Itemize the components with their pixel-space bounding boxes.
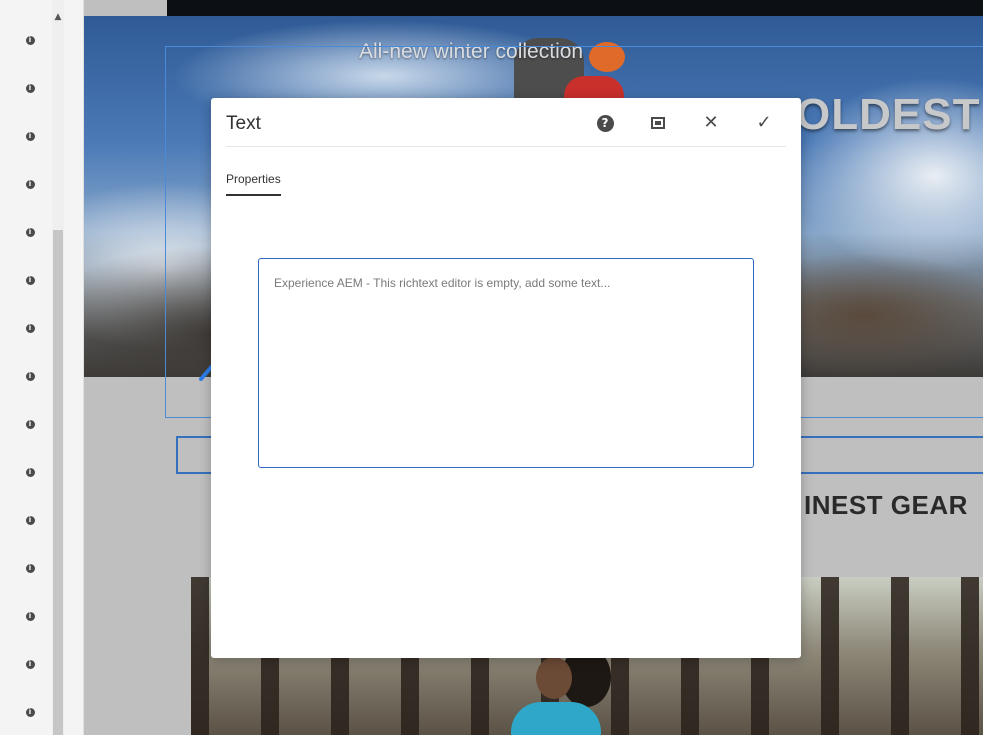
rail-info-item[interactable]: i: [22, 416, 38, 432]
rail-info-item[interactable]: i: [22, 704, 38, 720]
rail-info-item[interactable]: i: [22, 368, 38, 384]
close-button[interactable]: ✕: [698, 110, 724, 136]
info-icon: i: [25, 227, 35, 237]
rail-info-item[interactable]: i: [22, 464, 38, 480]
dialog-actions: ? ✕ ✓: [565, 110, 777, 136]
rail-info-item[interactable]: i: [22, 272, 38, 288]
runner-shirt: [511, 702, 601, 735]
tab-properties[interactable]: Properties: [226, 172, 281, 196]
info-icon: i: [25, 659, 35, 669]
info-icon: i: [25, 371, 35, 381]
help-button[interactable]: ?: [592, 110, 618, 136]
rail-info-item[interactable]: i: [22, 80, 38, 96]
rail-info-item[interactable]: i: [22, 608, 38, 624]
rail-info-item[interactable]: i: [22, 32, 38, 48]
left-rail: i i i i i i i i i i i i i i i ▲: [0, 0, 84, 735]
dialog-divider: [226, 146, 786, 147]
runner-head: [536, 657, 572, 699]
info-icon: i: [25, 419, 35, 429]
done-button[interactable]: ✓: [751, 110, 777, 136]
info-icon: i: [25, 35, 35, 45]
help-icon: ?: [596, 114, 614, 132]
rail-scrollbar[interactable]: ▲: [52, 0, 64, 735]
fullscreen-button[interactable]: [645, 110, 671, 136]
info-icon: i: [25, 323, 35, 333]
info-icon: i: [25, 131, 35, 141]
rail-info-item[interactable]: i: [22, 512, 38, 528]
info-icon: i: [25, 611, 35, 621]
scrollbar-thumb[interactable]: [53, 230, 63, 735]
fullscreen-icon: [651, 117, 665, 129]
info-icon: i: [25, 515, 35, 525]
richtext-placeholder: Experience AEM - This richtext editor is…: [274, 276, 611, 290]
section-heading: INEST GEAR: [804, 490, 968, 520]
info-icon: i: [25, 179, 35, 189]
rail-info-item[interactable]: i: [22, 320, 38, 336]
hiker-head: [589, 42, 625, 72]
info-icon: i: [25, 707, 35, 717]
rail-info-item[interactable]: i: [22, 176, 38, 192]
info-icon: i: [25, 275, 35, 285]
info-icon: i: [25, 83, 35, 93]
info-icon: i: [25, 563, 35, 573]
hero-headline: OLDEST W: [796, 90, 983, 139]
dialog-title: Text: [226, 113, 261, 134]
scroll-up-icon[interactable]: ▲: [52, 10, 64, 24]
page-top-bar: [167, 0, 983, 16]
info-icon: i: [25, 467, 35, 477]
checkmark-icon: ✓: [756, 112, 772, 133]
text-dialog: Text ? ✕ ✓ Properties Experience AEM - T…: [211, 98, 801, 658]
richtext-editor[interactable]: Experience AEM - This richtext editor is…: [258, 258, 754, 468]
rail-info-item[interactable]: i: [22, 656, 38, 672]
rail-info-item[interactable]: i: [22, 560, 38, 576]
rail-info-item[interactable]: i: [22, 128, 38, 144]
rail-info-item[interactable]: i: [22, 224, 38, 240]
close-icon: ✕: [703, 112, 719, 133]
hero-caption: All-new winter collection: [359, 40, 584, 63]
